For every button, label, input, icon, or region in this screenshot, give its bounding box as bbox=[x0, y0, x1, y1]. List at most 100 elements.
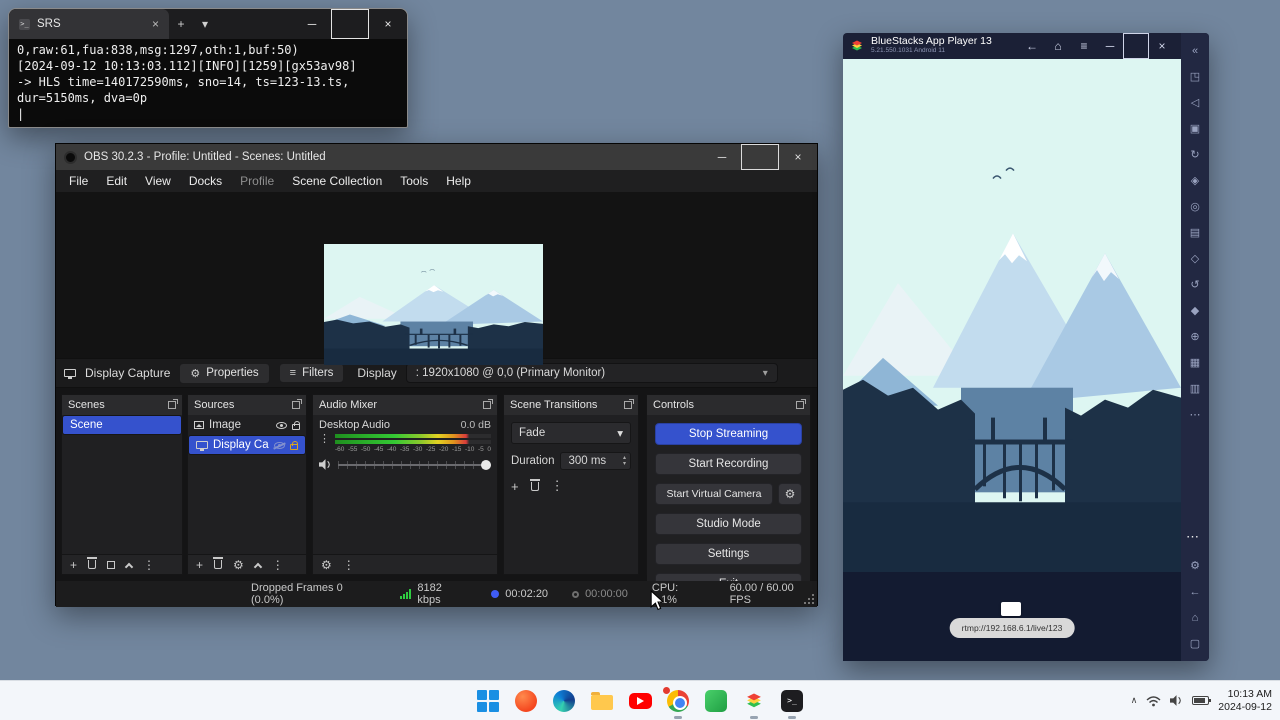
add-scene-button[interactable]: + bbox=[70, 558, 77, 572]
menu-scene-collection[interactable]: Scene Collection bbox=[283, 171, 391, 191]
scene-list-item[interactable]: Scene bbox=[62, 415, 182, 435]
menu-file[interactable]: File bbox=[60, 171, 97, 191]
close-button[interactable]: × bbox=[1149, 33, 1175, 59]
minimize-button[interactable]: ─ bbox=[293, 9, 331, 39]
obs-preview-canvas[interactable] bbox=[56, 192, 817, 365]
terminal-tab[interactable]: >_ SRS × bbox=[9, 9, 169, 39]
taskbar-app-edge[interactable] bbox=[552, 689, 576, 713]
android-back-icon[interactable]: ← bbox=[1181, 582, 1209, 601]
settings-icon[interactable]: ⚙ bbox=[1181, 556, 1209, 575]
lock-icon[interactable] bbox=[290, 440, 298, 450]
new-tab-button[interactable]: + bbox=[169, 17, 193, 31]
tab-close-icon[interactable]: × bbox=[152, 17, 159, 31]
tab-dropdown-icon[interactable]: ▾ bbox=[193, 17, 217, 31]
popout-icon[interactable] bbox=[292, 399, 302, 409]
sync-icon[interactable]: ↺ bbox=[1181, 275, 1209, 294]
taskbar-app-chrome[interactable] bbox=[663, 686, 690, 719]
menu-help[interactable]: Help bbox=[437, 171, 480, 191]
properties-button[interactable]: ⚙ Properties bbox=[179, 362, 270, 384]
settings-button[interactable]: Settings bbox=[655, 543, 802, 565]
wifi-icon[interactable] bbox=[1146, 695, 1161, 707]
spin-down-icon[interactable]: ▾ bbox=[623, 461, 626, 467]
volume-slider[interactable] bbox=[338, 459, 491, 470]
preview-scene-image[interactable] bbox=[324, 244, 543, 365]
speaker-icon[interactable] bbox=[319, 459, 332, 470]
start-button[interactable] bbox=[476, 689, 500, 713]
move-scene-up-button[interactable] bbox=[124, 560, 134, 571]
macro-recorder-icon[interactable]: ◇ bbox=[1181, 249, 1209, 268]
terminal-output[interactable]: 0,raw:61,fua:838,msg:1297,oth:1,buf:50) … bbox=[9, 39, 407, 127]
obs-titlebar[interactable]: OBS 30.2.3 - Profile: Untitled - Scenes:… bbox=[56, 144, 817, 170]
visibility-eye-off-icon[interactable] bbox=[274, 441, 285, 449]
studio-mode-button[interactable]: Studio Mode bbox=[655, 513, 802, 535]
transition-menu-button[interactable]: ⋮ bbox=[551, 478, 564, 494]
resize-grip[interactable] bbox=[804, 594, 814, 604]
android-screen[interactable] bbox=[843, 59, 1181, 572]
remove-transition-button[interactable] bbox=[529, 478, 540, 494]
menu-profile[interactable]: Profile bbox=[231, 171, 283, 191]
stop-streaming-button[interactable]: Stop Streaming bbox=[655, 423, 802, 445]
volume-tray-icon[interactable] bbox=[1170, 695, 1183, 706]
move-source-up-button[interactable] bbox=[253, 560, 263, 571]
scenes-list[interactable]: Scene bbox=[62, 415, 182, 554]
fullscreen-icon[interactable]: ◳ bbox=[1181, 67, 1209, 86]
taskbar-app-brave[interactable] bbox=[514, 689, 538, 713]
gamepad-icon[interactable]: ▦ bbox=[1181, 353, 1209, 372]
volume-slider-knob[interactable] bbox=[481, 459, 491, 470]
tray-chevron-icon[interactable]: ∧ bbox=[1131, 695, 1138, 706]
channel-menu-button[interactable]: ⋮ bbox=[319, 434, 330, 453]
add-source-button[interactable]: + bbox=[196, 558, 203, 572]
screen-zoom-icon[interactable]: ⊕ bbox=[1181, 327, 1209, 346]
mixer-menu-button[interactable]: ⋮ bbox=[343, 558, 355, 572]
menu-button[interactable]: ≡ bbox=[1071, 33, 1097, 59]
location-icon[interactable]: ◎ bbox=[1181, 197, 1209, 216]
battery-icon[interactable] bbox=[1192, 696, 1212, 705]
scenes-menu-button[interactable]: ⋮ bbox=[143, 558, 155, 572]
back-button[interactable]: ← bbox=[1019, 33, 1045, 59]
eco-mode-icon[interactable]: ◆ bbox=[1181, 301, 1209, 320]
start-virtual-camera-button[interactable]: Start Virtual Camera bbox=[655, 483, 773, 505]
taskbar-app-file-explorer[interactable] bbox=[590, 689, 614, 713]
bluestacks-titlebar[interactable]: BlueStacks App Player 13 5.21.550.1031 A… bbox=[843, 33, 1181, 59]
duration-spinner[interactable]: 300 ms ▴ ▾ bbox=[560, 452, 631, 470]
menu-docks[interactable]: Docks bbox=[180, 171, 231, 191]
taskbar-app-youtube[interactable] bbox=[628, 689, 652, 713]
terminal-titlebar[interactable]: >_ SRS × + ▾ ─ × bbox=[9, 9, 407, 39]
home-button[interactable]: ⌂ bbox=[1045, 33, 1071, 59]
android-recents-icon[interactable]: ▢ bbox=[1181, 634, 1209, 653]
shake-icon[interactable]: ◈ bbox=[1181, 171, 1209, 190]
taskbar-app-bluestacks[interactable] bbox=[742, 689, 766, 719]
volume-icon[interactable]: ◁ bbox=[1181, 93, 1209, 112]
overlay-menu-icon[interactable]: ⋯ bbox=[1186, 529, 1199, 545]
popout-icon[interactable] bbox=[168, 399, 178, 409]
source-row-image[interactable]: Image bbox=[188, 415, 306, 435]
visibility-eye-icon[interactable] bbox=[276, 421, 287, 429]
popout-icon[interactable] bbox=[796, 399, 806, 409]
close-button[interactable]: × bbox=[779, 144, 817, 170]
maximize-button[interactable] bbox=[331, 9, 369, 39]
lock-icon[interactable] bbox=[292, 420, 300, 430]
maximize-button[interactable] bbox=[741, 144, 779, 170]
remove-scene-button[interactable] bbox=[87, 557, 98, 569]
maximize-button[interactable] bbox=[1123, 33, 1149, 59]
minimize-button[interactable]: ─ bbox=[1097, 33, 1123, 59]
filters-button[interactable]: ≡ Filters bbox=[278, 363, 345, 383]
sources-list[interactable]: Image Display Ca bbox=[188, 415, 306, 554]
menu-edit[interactable]: Edit bbox=[97, 171, 136, 191]
taskbar-app-android[interactable] bbox=[704, 689, 728, 713]
popup-window-icon[interactable] bbox=[1001, 602, 1021, 616]
virtual-camera-settings-button[interactable]: ⚙ bbox=[778, 483, 802, 505]
popout-icon[interactable] bbox=[483, 399, 493, 409]
display-select[interactable]: : 1920x1080 @ 0,0 (Primary Monitor) ▾ bbox=[405, 363, 778, 383]
advanced-audio-button[interactable]: ⚙ bbox=[321, 558, 332, 572]
taskbar-clock[interactable]: 10:13 AM 2024-09-12 bbox=[1218, 688, 1272, 713]
rotate-icon[interactable]: ↻ bbox=[1181, 145, 1209, 164]
android-home-icon[interactable]: ⌂ bbox=[1181, 608, 1209, 627]
start-recording-button[interactable]: Start Recording bbox=[655, 453, 802, 475]
more-tools-icon[interactable]: ⋯ bbox=[1181, 405, 1209, 424]
popout-icon[interactable] bbox=[624, 399, 634, 409]
remove-source-button[interactable] bbox=[213, 557, 224, 569]
transition-select[interactable]: Fade ▾ bbox=[511, 422, 631, 444]
sources-menu-button[interactable]: ⋮ bbox=[272, 558, 284, 572]
menu-view[interactable]: View bbox=[136, 171, 180, 191]
